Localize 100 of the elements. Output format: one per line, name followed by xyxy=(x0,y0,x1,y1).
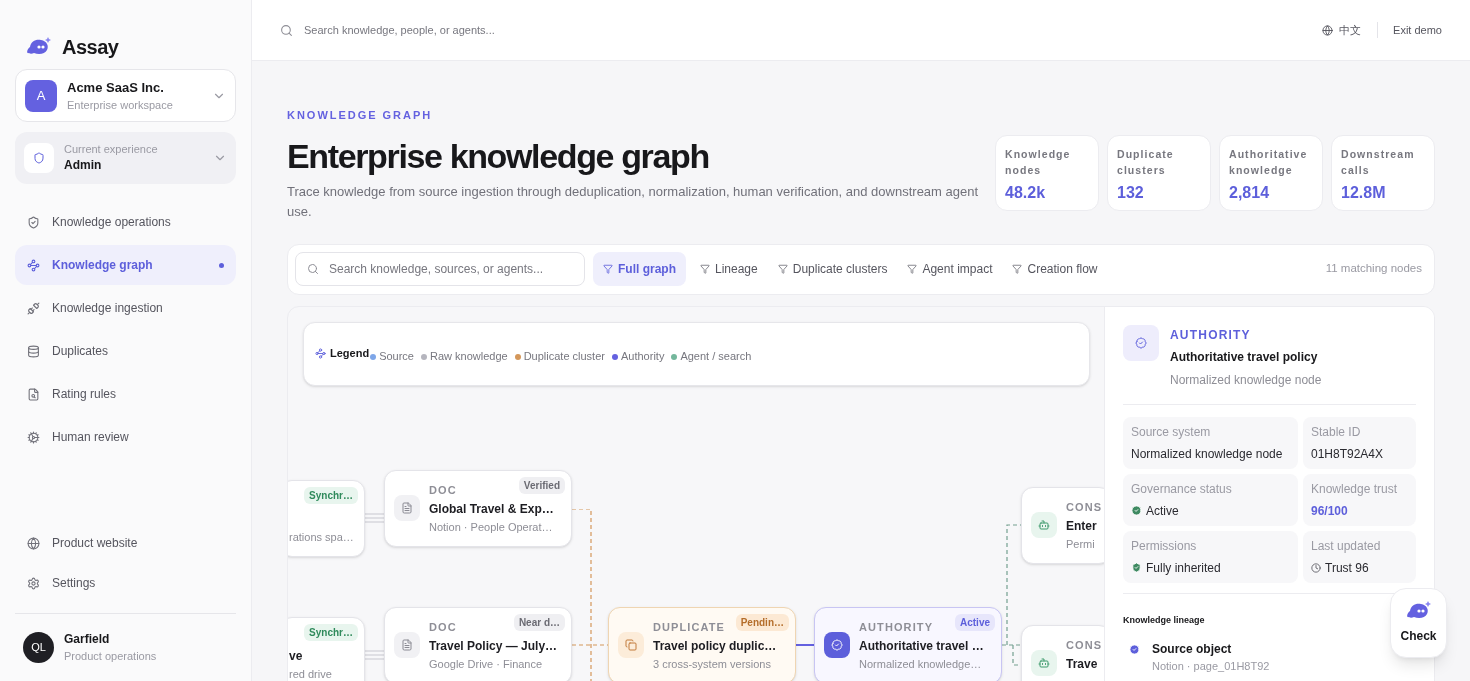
shield-check-icon xyxy=(1131,562,1142,573)
filter-tab[interactable]: Agent impact xyxy=(901,252,999,286)
workspace-name: Acme SaaS Inc. xyxy=(67,78,165,97)
stat-label: Duplicate clusters xyxy=(1117,147,1175,178)
legend-label: Source xyxy=(379,349,414,365)
graph-search-field[interactable]: Search knowledge, sources, or agents... xyxy=(295,252,585,286)
stat-value: 48.2k xyxy=(1005,183,1047,203)
node-subtitle: red drive xyxy=(289,666,332,681)
field-label: Permissions xyxy=(1131,537,1198,555)
node-subtitle: Google Drive · Finance xyxy=(429,656,543,672)
experience-selector[interactable]: Current experience Admin xyxy=(15,132,236,184)
page-description: Trace knowledge from source ingestion through deduplication, normalization, human verification, and downstream agent use. xyxy=(287,182,979,221)
lineage-heading: Knowledge lineage xyxy=(1123,614,1205,625)
field-value: 01H8T92A4X xyxy=(1311,445,1384,463)
stat-label: Knowledge nodes xyxy=(1005,147,1072,178)
stat-value: 132 xyxy=(1117,183,1145,203)
logo-icon xyxy=(26,37,52,57)
legend-label: Agent / search xyxy=(680,349,752,365)
database-icon xyxy=(27,344,40,358)
status-badge: Pendin… xyxy=(735,613,789,631)
filter-icon xyxy=(1012,264,1023,274)
filter-tab[interactable]: Full graph xyxy=(593,252,686,286)
filter-tab[interactable]: Duplicate clusters xyxy=(771,252,894,286)
nav-item[interactable]: Duplicates xyxy=(15,331,236,371)
check-circle-icon xyxy=(1131,505,1142,516)
field-label: Knowledge trust xyxy=(1311,480,1399,498)
stat-value: 2,814 xyxy=(1229,183,1271,203)
globe-icon xyxy=(27,536,40,550)
status-badge: Synchr… xyxy=(304,623,358,641)
experience-value: Admin xyxy=(64,157,103,174)
status-badge: Near d… xyxy=(513,613,565,631)
check-circle-icon xyxy=(1129,643,1140,655)
field-value: 96/100 xyxy=(1311,502,1348,520)
badge-check-icon xyxy=(1135,336,1147,349)
footer-nav-item[interactable]: Settings xyxy=(15,563,236,603)
copy-icon xyxy=(625,639,637,651)
node-title: Trave xyxy=(1066,656,1098,673)
node-title: Authoritative travel … xyxy=(859,638,984,655)
node-title: Global Travel & Exp… xyxy=(429,501,554,518)
node-subtitle: Permi xyxy=(1066,536,1095,552)
detail-subtitle: Normalized knowledge node xyxy=(1170,371,1322,389)
node-subtitle: rations spa… xyxy=(289,529,354,545)
connector-line xyxy=(365,649,385,660)
filter-tab[interactable]: Creation flow xyxy=(1006,252,1104,286)
nav-item[interactable]: Knowledge ingestion xyxy=(15,288,236,328)
node-type-label: DUPLICATE xyxy=(653,619,726,635)
node-type-label: DOC xyxy=(429,482,457,498)
robot-icon xyxy=(1038,519,1050,531)
user-name: Garfield xyxy=(64,631,111,648)
nav-item[interactable]: Knowledge graph xyxy=(15,245,236,285)
settings-icon xyxy=(27,576,40,590)
status-badge: Verified xyxy=(518,476,565,494)
connector-line xyxy=(365,512,385,523)
field-value: Active xyxy=(1146,502,1179,520)
plug-icon xyxy=(27,301,40,315)
logo-icon xyxy=(1405,601,1432,621)
field-value: Normalized knowledge node xyxy=(1131,445,1283,463)
status-badge: Active xyxy=(955,613,995,631)
filter-tab[interactable]: Lineage xyxy=(694,252,764,286)
nav-item[interactable]: Human review xyxy=(15,417,236,457)
field-value: Trust 96 xyxy=(1325,559,1369,577)
page-title: Enterprise knowledge graph xyxy=(287,135,710,176)
filter-icon xyxy=(777,264,788,274)
nav-item[interactable]: Rating rules xyxy=(15,374,236,414)
workspace-avatar: A xyxy=(25,79,57,112)
workspace-selector[interactable]: A Acme SaaS Inc. Enterprise workspace xyxy=(15,69,236,122)
stat-label: Authoritative knowledge xyxy=(1229,147,1309,178)
nav-item[interactable]: Knowledge operations xyxy=(15,202,236,242)
shield-icon xyxy=(33,152,45,164)
exit-demo-button[interactable]: Exit demo xyxy=(1393,21,1442,39)
node-title: Travel Policy — July… xyxy=(429,638,558,655)
field-label: Source system xyxy=(1131,423,1212,441)
node-title: Enter xyxy=(1066,518,1097,535)
shield-check-icon xyxy=(27,215,40,229)
node-type-label: CONS xyxy=(1066,499,1103,515)
document-icon xyxy=(401,502,413,514)
node-type-label: AUTHORITY xyxy=(859,619,934,635)
page-eyebrow: KNOWLEDGE GRAPH xyxy=(287,108,434,123)
user-role: Product operations xyxy=(64,649,157,664)
search-icon xyxy=(280,23,293,37)
legend-title: Legend xyxy=(330,346,370,362)
lineage-item-title: Source object xyxy=(1152,640,1233,658)
assistant-check-button[interactable]: Check xyxy=(1390,588,1447,658)
legend-label: Duplicate cluster xyxy=(523,349,605,365)
node-subtitle: 3 cross-system versions xyxy=(653,656,771,672)
search-icon xyxy=(307,263,319,275)
node-title: ve xyxy=(289,648,303,665)
document-icon xyxy=(401,639,413,651)
detail-type-label: AUTHORITY xyxy=(1170,326,1252,344)
global-search-field[interactable]: Search knowledge, people, or agents... xyxy=(304,21,1323,39)
node-title: Travel policy duplic… xyxy=(653,638,777,655)
brand-name: Assay xyxy=(62,35,119,60)
language-button[interactable]: 中文 xyxy=(1322,21,1379,39)
footer-nav-item[interactable]: Product website xyxy=(15,523,236,563)
graph-nodes-icon xyxy=(315,348,326,359)
node-type-label: DOC xyxy=(429,619,457,635)
field-value: Fully inherited xyxy=(1146,559,1221,577)
status-badge: Synchr… xyxy=(304,486,358,504)
field-label: Governance status xyxy=(1131,480,1233,498)
filter-icon xyxy=(700,264,710,274)
